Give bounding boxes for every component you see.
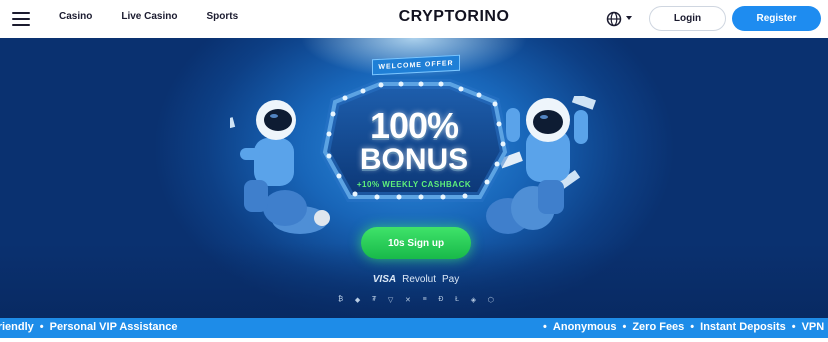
ethereum-icon: ◆ [354,297,361,304]
weekly-cashback-text: +10% WEEKLY CASHBACK [356,180,472,189]
ticker-item: Anonymous [552,321,617,333]
top-header: Casino Live Casino Sports CRYPTORINO Log… [0,0,828,38]
xrp-icon: ✕ [405,297,411,304]
register-button[interactable]: Register [732,6,821,31]
signup-button[interactable]: 10s Sign up [361,227,471,259]
login-button[interactable]: Login [649,6,726,31]
ticker-item: Friendly [0,321,34,333]
payment-methods: VISA Revolut Pay [364,274,468,285]
chevron-down-icon[interactable] [626,16,632,20]
ticker-right: • Anonymous • Zero Fees • Instant Deposits • VP… [537,321,828,333]
litecoin-icon: Ł [455,296,459,303]
ticker-item: Instant Deposits [700,321,786,333]
ticker-item: VPN F [801,321,828,333]
revolut-logo: Revolut [402,274,436,285]
bonus-label: BONUS [359,143,469,176]
hero-banner: WELCOME OFFER 100% BONUS +10% WEEKLY CAS… [0,38,828,318]
ticker-item: Zero Fees [632,321,685,333]
features-ticker: Friendly•Personal VIP Assistance •Anonym… [0,318,828,338]
dogecoin-icon: Ð [438,296,444,303]
tron-icon: ▽ [387,297,394,304]
visa-logo: VISA [372,274,397,285]
bnb-icon: ◈ [470,297,477,304]
chainlink-icon: ⬡ [487,297,494,304]
crypto-icons-row: ₿ ◆ ₮ ▽ ✕ ≡ Ð Ł ◈ ⬡ [338,296,494,304]
bonus-percent: 100% [369,105,459,146]
solana-icon: ≡ [422,296,427,303]
globe-icon[interactable] [606,11,622,27]
ticker-item: Personal VIP Assistance [49,321,178,333]
apple-pay-logo: Pay [442,274,460,285]
bitcoin-icon: ₿ [338,296,344,303]
tether-icon: ₮ [371,296,377,303]
ticker-left: Friendly•Personal VIP Assistance [0,321,177,333]
